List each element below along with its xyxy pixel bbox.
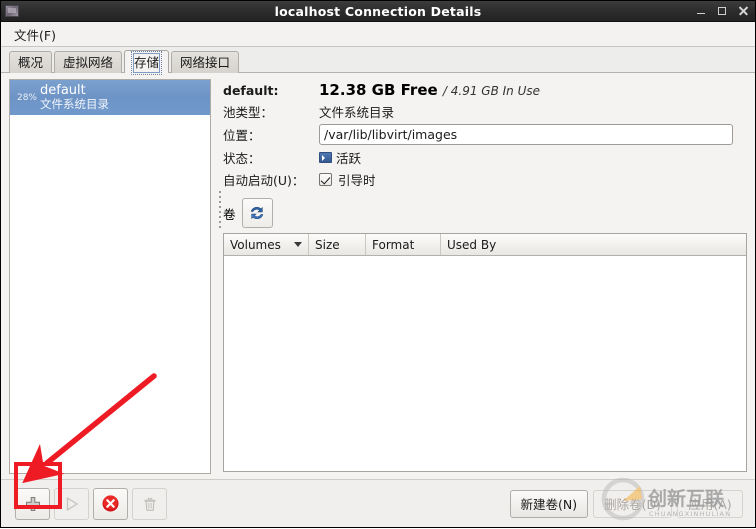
minimize-icon[interactable] — [695, 5, 707, 17]
pool-state-value: 活跃 — [336, 151, 362, 166]
tab-storage-label: 存储 — [131, 51, 163, 75]
pool-details-pane: default: 12.38 GB Free / 4.91 GB In Use … — [223, 79, 747, 479]
close-icon[interactable] — [737, 5, 749, 17]
pool-location-label: 位置： — [223, 128, 261, 143]
pool-type-value: 文件系统目录 — [319, 105, 395, 120]
play-icon — [66, 496, 78, 511]
tab-overview[interactable]: 概况 — [9, 51, 53, 73]
connection-details-window: localhost Connection Details 文件(F) 概况 虚拟… — [0, 0, 756, 528]
volumes-table-header: Volumes Size Format Used By — [224, 234, 746, 256]
pool-location-input[interactable] — [319, 124, 733, 145]
column-header-size-label: Size — [315, 237, 340, 252]
tab-network-interfaces-label: 网络接口 — [180, 55, 231, 70]
pool-inuse-value: / 4.91 GB In Use — [442, 84, 541, 98]
stop-pool-button[interactable] — [93, 487, 128, 520]
title-bar: localhost Connection Details — [1, 1, 755, 22]
stop-icon — [102, 495, 119, 512]
pane-splitter-handle[interactable] — [217, 185, 223, 233]
window-controls — [695, 1, 749, 21]
list-item[interactable]: 28% default 文件系统目录 — [10, 80, 210, 115]
volumes-table[interactable]: Volumes Size Format Used By — [223, 233, 747, 472]
pool-details-grid: default: 12.38 GB Free / 4.91 GB In Use … — [223, 81, 747, 189]
new-volume-button[interactable]: 新建卷(N) — [509, 489, 589, 518]
autostart-checkbox[interactable] — [319, 173, 332, 186]
bottom-toolbar: 新建卷(N) 删除卷(D) 应用(A) 创新互联 CHUANGXINHULIAN — [1, 477, 755, 527]
trash-icon — [144, 497, 155, 511]
pool-state-label: 状态： — [223, 151, 261, 166]
volumes-section-label: 卷 — [223, 206, 236, 222]
column-header-format[interactable]: Format — [366, 234, 441, 255]
column-header-size[interactable]: Size — [309, 234, 366, 255]
column-header-volumes[interactable]: Volumes — [224, 234, 309, 255]
pool-name-label: default: — [223, 82, 279, 98]
start-pool-button — [54, 487, 89, 520]
storage-pool-list[interactable]: 28% default 文件系统目录 — [9, 79, 211, 474]
tab-storage[interactable]: 存储 — [124, 50, 170, 75]
plus-icon — [25, 496, 40, 511]
pool-location-field-wrap — [319, 124, 747, 145]
pool-autostart-label: 自动启动(U)： — [223, 173, 305, 188]
pool-autostart-row: 引导时 — [319, 170, 747, 189]
chevron-down-icon — [294, 242, 302, 247]
column-header-volumes-label: Volumes — [230, 237, 281, 252]
refresh-icon — [250, 206, 264, 220]
volumes-section-header: 卷 — [223, 198, 747, 228]
delete-volume-button: 删除卷(D) — [593, 489, 672, 518]
tab-overview-label: 概况 — [18, 55, 44, 70]
pool-type-label: 池类型： — [223, 105, 274, 120]
pool-type-sub: 文件系统目录 — [40, 97, 109, 112]
volumes-table-body[interactable] — [224, 256, 746, 471]
volume-actions-group: 新建卷(N) 删除卷(D) 应用(A) — [509, 489, 743, 518]
pool-name: default — [40, 83, 86, 99]
screen-icon — [319, 152, 332, 163]
pool-actions-group — [15, 487, 167, 520]
menu-bar: 文件(F) — [1, 22, 755, 47]
column-header-used-by-label: Used By — [447, 237, 497, 252]
menu-item-file[interactable]: 文件(F) — [6, 23, 64, 46]
refresh-volumes-button[interactable] — [241, 198, 273, 228]
pool-usage-percent: 28% — [16, 92, 37, 103]
add-pool-button[interactable] — [15, 487, 50, 520]
autostart-checkbox-label: 引导时 — [338, 173, 376, 188]
column-header-format-label: Format — [372, 237, 415, 252]
apply-button: 应用(A) — [677, 489, 743, 518]
storage-tab-content: 28% default 文件系统目录 default: 12.38 GB Fre… — [1, 73, 755, 479]
pool-list-pane: 28% default 文件系统目录 — [9, 79, 211, 479]
pool-free-value: 12.38 GB Free — [319, 81, 438, 99]
tab-network-interfaces[interactable]: 网络接口 — [171, 51, 240, 73]
tab-strip: 概况 虚拟网络 存储 网络接口 — [1, 47, 755, 75]
column-header-used-by[interactable]: Used By — [441, 234, 746, 255]
window-title: localhost Connection Details — [274, 3, 482, 19]
pool-capacity-line: 12.38 GB Free / 4.91 GB In Use — [319, 81, 747, 99]
delete-pool-button — [132, 487, 167, 520]
tab-virtual-networks-label: 虚拟网络 — [63, 55, 114, 70]
maximize-icon[interactable] — [716, 5, 728, 17]
pool-state-value-row: 活跃 — [319, 148, 747, 167]
tab-virtual-networks[interactable]: 虚拟网络 — [54, 51, 123, 73]
